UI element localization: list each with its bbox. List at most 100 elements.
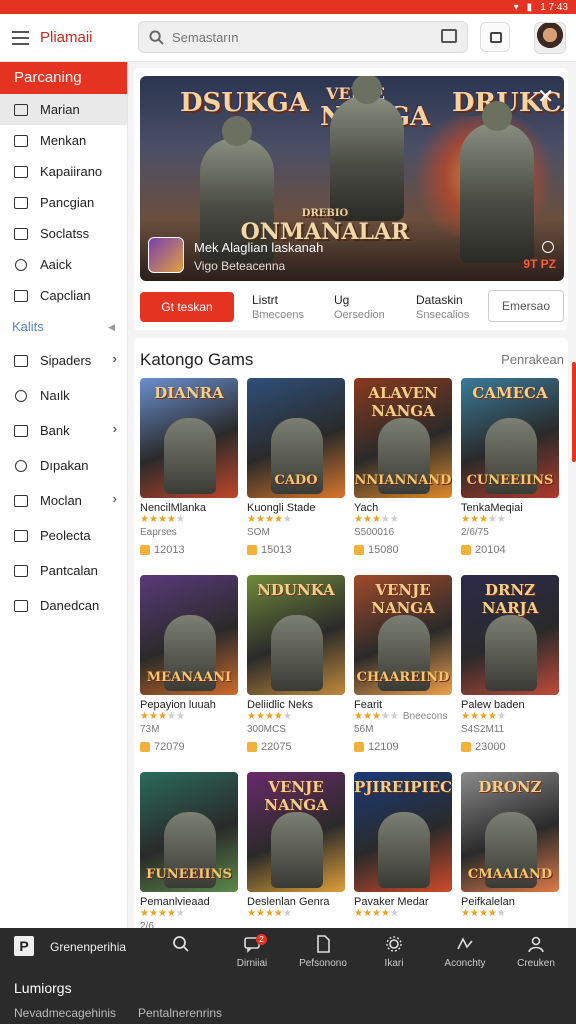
sidebar-section[interactable]: Kalits ◀ — [0, 311, 127, 343]
bottom-nav-person[interactable]: Creuken — [507, 932, 565, 969]
sidebar-item-b7[interactable]: Danedcan — [0, 588, 127, 623]
game-card[interactable]: VENJE NANGA Deslenlan Genra ★★★★★ — [247, 772, 345, 921]
download-value: 23000 — [475, 741, 506, 753]
game-card[interactable]: FUNEEIINS Pemanlvieaad ★★★★★ 2/6 — [140, 772, 238, 928]
status-bar: ▾ ▮ 1 7:43 — [0, 0, 576, 14]
sidebar-item-a2[interactable]: Kapaiirano — [0, 156, 127, 187]
game-size: 56M — [354, 724, 374, 735]
sidebar-item-a1[interactable]: Menkan — [0, 125, 127, 156]
avatar[interactable] — [534, 22, 566, 54]
tab-0[interactable]: Listrt Bmecoens — [234, 293, 316, 321]
bottom-sub2[interactable]: Pentalnerenrins — [138, 1006, 222, 1020]
search-input[interactable] — [172, 29, 412, 45]
game-cover-subtitle: CADO — [274, 473, 318, 488]
pin-icon — [12, 388, 30, 404]
document-icon — [294, 932, 352, 956]
close-icon[interactable]: ✕ — [537, 84, 554, 109]
menu-icon[interactable] — [0, 30, 40, 45]
sidebar-item-b0[interactable]: Sipaders › — [0, 343, 127, 378]
bottom-sub1[interactable]: Nevadmecagehinis — [14, 1006, 116, 1020]
game-card[interactable]: DRNZ NARJA Palew baden ★★★★★ S4S2M11 23000 — [461, 575, 559, 753]
tab-1[interactable]: Ug Oersedion — [316, 293, 398, 321]
game-card[interactable]: PJIREIPIECES Pavaker Medar★★★★★ — [354, 772, 452, 921]
bottom-nav-gear[interactable]: Ikari — [365, 932, 423, 969]
camera-icon — [12, 598, 30, 614]
download-icon — [140, 545, 150, 555]
sidebar-item-label: Danedcan — [40, 598, 100, 613]
sidebar-heading[interactable]: Parcaning — [0, 62, 127, 94]
sidebar-item-b2[interactable]: Bank › — [0, 413, 127, 448]
sidebar-section-label: Kalits — [12, 319, 44, 334]
sidebar-item-a0[interactable]: Marian — [0, 94, 127, 125]
sidebar-item-label: Bank — [40, 423, 70, 438]
square-icon — [12, 102, 30, 118]
scrollbar[interactable] — [572, 362, 576, 462]
tab-active[interactable]: Gt teskan — [140, 292, 234, 322]
banner-logo-left: DSUKGA — [180, 88, 309, 118]
sidebar-item-a5[interactable]: Aaick — [0, 249, 127, 280]
banner-line2: Vigo Beteacenna — [194, 259, 286, 273]
bottom-nav-document[interactable]: Pefsonono — [294, 932, 352, 969]
bottom-nav-label: Aconchty — [444, 958, 486, 969]
tab-subtitle: Snsecalios — [416, 309, 470, 321]
sidebar-item-b1[interactable]: Naılk — [0, 378, 127, 413]
tab-outline-button[interactable]: Emersao — [488, 290, 564, 322]
game-cover-logo: ALAVEN NANGA — [368, 384, 438, 420]
game-card[interactable]: VENJE NANGA CHAAREIND Fearit ★★★★★ Bneecons 5… — [354, 575, 452, 753]
cast-icon[interactable] — [441, 29, 457, 43]
sidebar-item-a3[interactable]: Pancgian — [0, 187, 127, 218]
gear-icon — [365, 932, 423, 956]
sidebar-item-label: Dıpakan — [40, 458, 89, 473]
download-icon — [354, 742, 364, 752]
sidebar-item-a4[interactable]: Soclatss — [0, 218, 127, 249]
search-box[interactable] — [138, 21, 468, 53]
tab-2[interactable]: Dataskin Snsecalios — [398, 293, 480, 321]
bottom-nav-activity[interactable]: Aconchty — [436, 932, 494, 969]
media-button[interactable] — [480, 22, 510, 52]
notification-badge: 2 — [256, 934, 267, 945]
sidebar-item-b3[interactable]: Dıpakan — [0, 448, 127, 483]
sidebar-item-b4[interactable]: Moclan › — [0, 483, 127, 518]
game-card[interactable]: NDUNKA Deliidlic Neks ★★★★★ 300MCS 22075 — [247, 575, 345, 753]
rating-text: Bneecons — [402, 711, 448, 722]
tab-bar: Gt teskan Listrt Bmecoens Ug Oersedion Datas… — [140, 290, 564, 324]
game-name: Pavaker Medar — [354, 896, 429, 908]
section-more-link[interactable]: Penrakean — [501, 352, 564, 367]
chevron-right-icon: › — [112, 491, 117, 506]
game-card[interactable]: MEANAANI Pepayion luuah ★★★★★ 73M 72079 — [140, 575, 238, 753]
gift-icon — [12, 226, 30, 242]
game-cover: DIANRA — [140, 378, 238, 498]
tab-title: Listrt — [252, 293, 279, 307]
game-name: Yach — [354, 502, 379, 514]
game-name: Pemanlvieaad — [140, 896, 210, 908]
collapse-icon[interactable]: ◀ — [108, 311, 115, 343]
columns-icon — [12, 493, 30, 509]
game-cover-logo: VENJE NANGA — [371, 581, 435, 617]
sidebar-item-label: Peolecta — [40, 528, 91, 543]
star-rating: ★★★★★ — [140, 514, 185, 525]
bottom-nav-chat-bubble[interactable]: 2 Dirniiai — [223, 932, 281, 969]
game-card[interactable]: DIANRA NencilMlanka ★★★★★ Eaprses 12013 — [140, 378, 238, 556]
game-name: Pepayion luuah — [140, 699, 216, 711]
featured-banner[interactable]: DSUKGA VENJE NANGA DRUKCA DREBIO ONMANAL… — [140, 76, 564, 281]
download-icon — [247, 742, 257, 752]
brand-logo[interactable]: P — [14, 936, 34, 956]
game-cover-logo: VENJE NANGA — [264, 778, 328, 814]
bottom-nav-search[interactable] — [152, 932, 210, 958]
info-icon[interactable] — [542, 241, 554, 253]
game-name: NencilMlanka — [140, 502, 207, 514]
game-card[interactable]: CAMECA CUNEEIINS TenkaMeqiai ★★★★★ 2/6/75 201… — [461, 378, 559, 556]
sidebar-item-a6[interactable]: Capclian — [0, 280, 127, 311]
star-rating: ★★★★★ Bneecons — [354, 711, 448, 722]
game-card[interactable]: CADO Kuongli Stade ★★★★★ SOM 15013 — [247, 378, 345, 556]
sidebar-item-b6[interactable]: Pantcalan — [0, 553, 127, 588]
game-card[interactable]: ALAVEN NANGA NNIANNAND Yach ★★★★★ S500016 150… — [354, 378, 452, 556]
game-name: Deslenlan Genra — [247, 896, 330, 908]
person-icon — [507, 932, 565, 956]
game-cover: PJIREIPIECES — [354, 772, 452, 892]
game-card[interactable]: DRONZ CMAAIAND Peifkalelan ★★★★★ — [461, 772, 559, 921]
game-cover-logo: DIANRA — [154, 384, 224, 402]
sidebar-item-label: Pancgian — [40, 195, 95, 210]
game-cover: FUNEEIINS — [140, 772, 238, 892]
sidebar-item-b5[interactable]: Peolecta — [0, 518, 127, 553]
